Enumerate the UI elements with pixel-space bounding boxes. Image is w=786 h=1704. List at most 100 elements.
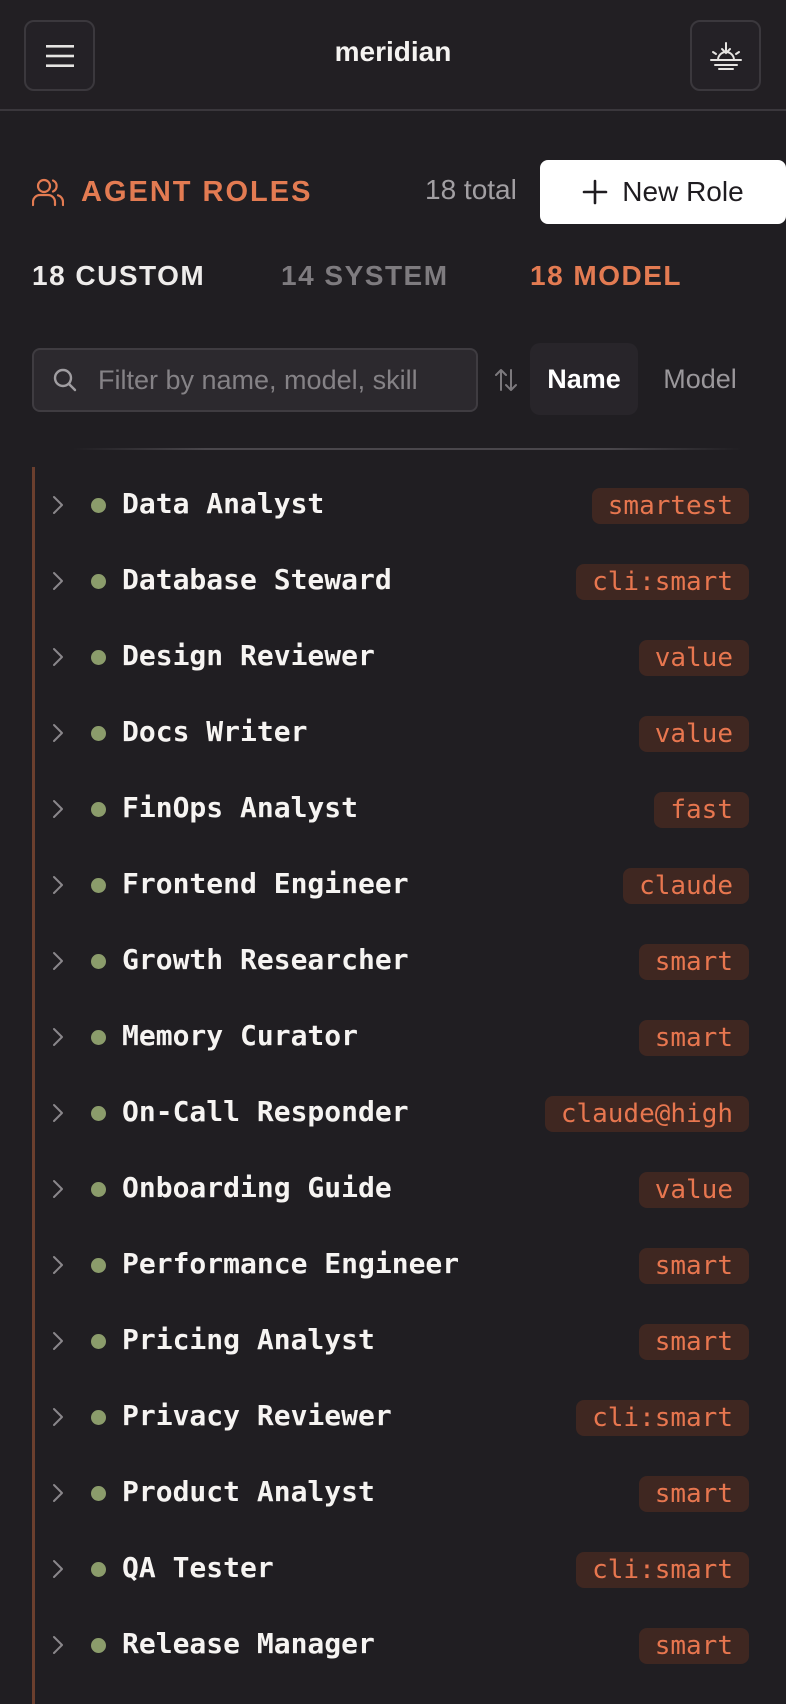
role-row[interactable]: Product Analyst smart [35, 1455, 749, 1531]
role-name: Design Reviewer [122, 639, 375, 672]
divider [72, 448, 742, 450]
chevron-right-icon[interactable] [51, 873, 65, 897]
role-name: Product Analyst [122, 1475, 375, 1508]
chevron-right-icon[interactable] [51, 1329, 65, 1353]
chevron-right-icon[interactable] [51, 1633, 65, 1657]
model-badge: value [638, 640, 749, 676]
model-badge: value [638, 716, 749, 752]
model-badge: smart [638, 1248, 749, 1284]
status-dot [91, 498, 106, 513]
filter-field[interactable] [32, 348, 478, 412]
sort-by-model-button[interactable]: Model [650, 343, 750, 415]
model-badge: claude@high [544, 1096, 749, 1132]
status-dot [91, 878, 106, 893]
chevron-right-icon[interactable] [51, 949, 65, 973]
status-dot [91, 1258, 106, 1273]
role-row[interactable]: Performance Engineer smart [35, 1227, 749, 1303]
role-name: Memory Curator [122, 1019, 359, 1052]
role-row[interactable]: Growth Researcher smart [35, 923, 749, 999]
chevron-right-icon[interactable] [51, 1025, 65, 1049]
status-dot [91, 1410, 106, 1425]
model-badge: smart [638, 1476, 749, 1512]
model-badge: smart [638, 944, 749, 980]
model-badge: cli:smart [576, 564, 749, 600]
chevron-right-icon[interactable] [51, 1177, 65, 1201]
status-dot [91, 574, 106, 589]
role-row[interactable]: QA Tester cli:smart [35, 1531, 749, 1607]
status-dot [91, 1562, 106, 1577]
role-name: Pricing Analyst [122, 1323, 375, 1356]
status-dot [91, 1106, 106, 1121]
role-list: Data Analyst smartest Database Steward cli:… [32, 467, 749, 1704]
role-name: QA Tester [122, 1551, 274, 1584]
search-icon [53, 368, 77, 392]
model-badge: smartest [591, 488, 749, 524]
status-dot [91, 650, 106, 665]
role-row[interactable]: Frontend Engineer claude [35, 847, 749, 923]
role-name: Frontend Engineer [122, 867, 409, 900]
role-name: Privacy Reviewer [122, 1399, 392, 1432]
role-name: FinOps Analyst [122, 791, 359, 824]
status-dot [91, 1334, 106, 1349]
chevron-right-icon[interactable] [51, 1481, 65, 1505]
users-icon [32, 178, 64, 207]
role-row[interactable]: FinOps Analyst fast [35, 771, 749, 847]
role-name: Database Steward [122, 563, 392, 596]
chevron-right-icon[interactable] [51, 721, 65, 745]
chevron-right-icon[interactable] [51, 1101, 65, 1125]
role-name: Performance Engineer [122, 1247, 460, 1280]
role-row[interactable]: Privacy Reviewer cli:smart [35, 1379, 749, 1455]
tab-model[interactable]: 18 MODEL [530, 260, 682, 292]
chevron-right-icon[interactable] [51, 569, 65, 593]
tab-custom[interactable]: 18 CUSTOM [32, 260, 205, 292]
status-dot [91, 802, 106, 817]
model-badge: smart [638, 1628, 749, 1664]
total-count: 18 total [425, 174, 517, 205]
tab-system[interactable]: 14 SYSTEM [281, 260, 449, 292]
chevron-right-icon[interactable] [51, 1557, 65, 1581]
role-row[interactable]: Data Analyst smartest [35, 467, 749, 543]
status-dot [91, 954, 106, 969]
role-row[interactable]: Memory Curator smart [35, 999, 749, 1075]
app-title: meridian [334, 36, 452, 67]
sort-by-name-button[interactable]: Name [530, 343, 638, 415]
role-row[interactable]: Design Reviewer value [35, 619, 749, 695]
chevron-right-icon[interactable] [51, 797, 65, 821]
role-name: Data Analyst [122, 487, 325, 520]
status-dot [91, 726, 106, 741]
model-badge: smart [638, 1020, 749, 1056]
new-role-button[interactable]: New Role [540, 160, 786, 224]
download-button[interactable] [690, 20, 761, 91]
model-badge: cli:smart [576, 1552, 749, 1588]
chevron-right-icon[interactable] [51, 1405, 65, 1429]
chevron-right-icon[interactable] [51, 493, 65, 517]
chevron-right-icon[interactable] [51, 1253, 65, 1277]
role-row[interactable]: Database Steward cli:smart [35, 543, 749, 619]
role-row[interactable]: Release Manager smart [35, 1607, 749, 1683]
role-name: Docs Writer [122, 715, 308, 748]
role-row[interactable]: On-Call Responder claude@high [35, 1075, 749, 1151]
plus-icon [582, 179, 608, 205]
role-row[interactable]: Onboarding Guide value [35, 1151, 749, 1227]
status-dot [91, 1486, 106, 1501]
status-dot [91, 1030, 106, 1045]
role-name: On-Call Responder [122, 1095, 409, 1128]
filter-input[interactable] [98, 350, 448, 410]
top-bar: meridian [0, 0, 786, 111]
role-name: Growth Researcher [122, 943, 409, 976]
status-dot [91, 1638, 106, 1653]
sort-arrows-icon[interactable] [494, 366, 518, 394]
chevron-right-icon[interactable] [51, 645, 65, 669]
role-name: Release Manager [122, 1627, 375, 1660]
model-badge: smart [638, 1324, 749, 1360]
sunrise-download-icon [709, 41, 742, 70]
model-badge: claude [623, 868, 749, 904]
model-badge: cli:smart [576, 1400, 749, 1436]
status-dot [91, 1182, 106, 1197]
model-badge: fast [654, 792, 749, 828]
role-row[interactable]: Pricing Analyst smart [35, 1303, 749, 1379]
section-title: AGENT ROLES [81, 176, 313, 208]
role-row[interactable]: Docs Writer value [35, 695, 749, 771]
role-name: Onboarding Guide [122, 1171, 392, 1204]
section-header: AGENT ROLES 18 total New Role [32, 160, 786, 224]
